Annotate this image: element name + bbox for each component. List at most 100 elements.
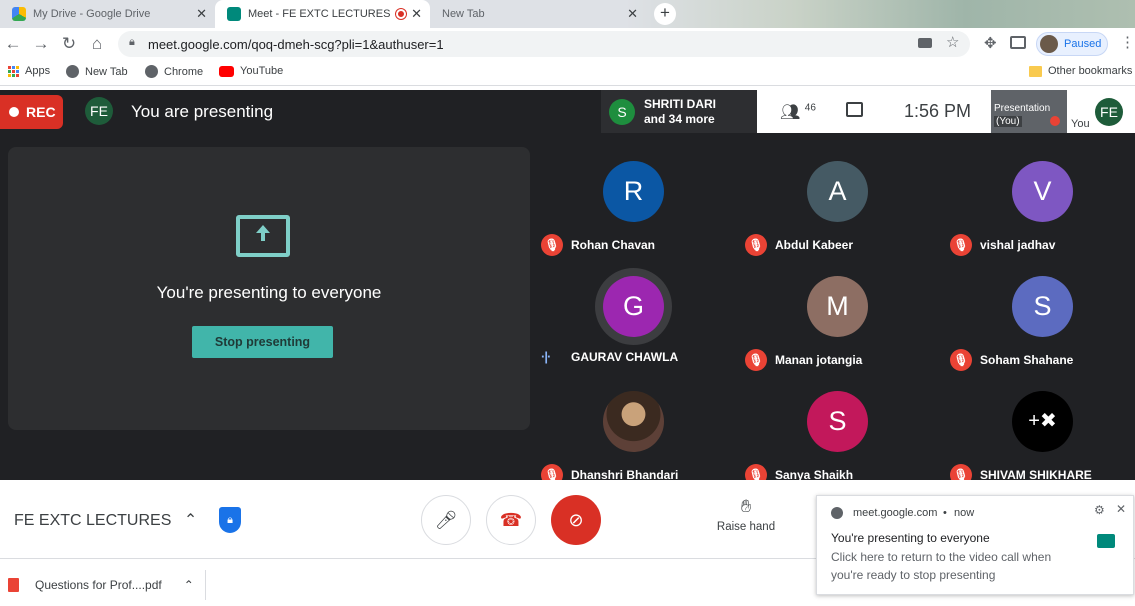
- notification-separator: •: [943, 507, 947, 519]
- people-button[interactable]: 👥︎ 46: [780, 102, 816, 122]
- participant-tile[interactable]: R 🎙︎ Rohan Chavan: [533, 161, 733, 271]
- folder-icon: [1029, 65, 1042, 77]
- participant-tile[interactable]: S 🎙︎ Soham Shahane: [942, 276, 1135, 386]
- presenting-card: You're presenting to everyone Stop prese…: [8, 147, 530, 430]
- presentation-label: Presentation: [994, 103, 1051, 114]
- raise-hand-button[interactable]: ✋︎ Raise hand: [713, 495, 779, 533]
- participant-tile[interactable]: G ·|· GAURAV CHAWLA: [533, 276, 733, 386]
- globe-icon: [66, 65, 79, 78]
- avatar: G: [603, 276, 664, 337]
- raise-hand-label: Raise hand: [716, 521, 776, 533]
- camera-off-icon: ⊘: [568, 510, 584, 530]
- back-arrow-icon[interactable]: ←: [2, 33, 24, 55]
- google-meet-icon: [1097, 534, 1115, 548]
- close-tab-icon[interactable]: ✕: [627, 6, 638, 22]
- other-bookmarks[interactable]: Other bookmarks: [1029, 65, 1132, 77]
- pdf-file-icon: [8, 578, 19, 592]
- participant-count: 46: [804, 102, 816, 114]
- bookmark-new-tab[interactable]: New Tab: [66, 65, 128, 78]
- leave-call-button[interactable]: ☎︎: [486, 495, 536, 545]
- forward-arrow-icon[interactable]: →: [30, 33, 52, 55]
- participant-name: Rohan Chavan: [571, 238, 656, 252]
- self-tile[interactable]: You FE: [1067, 90, 1135, 133]
- reload-icon[interactable]: ↻: [58, 33, 80, 55]
- bookmark-label: Apps: [25, 65, 51, 77]
- stop-presenting-button[interactable]: Stop presenting: [192, 326, 333, 358]
- notification-title: You're presenting to everyone: [831, 531, 990, 545]
- settings-gear-icon[interactable]: ⚙︎: [1094, 503, 1105, 517]
- mic-off-icon: 🎙︎: [950, 234, 972, 256]
- close-icon[interactable]: ✕: [1116, 502, 1126, 516]
- notification-source: meet.google.com: [853, 507, 938, 519]
- hang-up-icon: ☎︎: [499, 510, 523, 530]
- active-speaker[interactable]: S SHRITI DARI and 34 more: [601, 90, 757, 133]
- avatar: [603, 391, 664, 452]
- chevron-up-icon: ⌃: [183, 512, 198, 529]
- recording-badge: REC: [0, 95, 63, 129]
- speaker-more: and 34 more: [644, 111, 715, 126]
- bookmark-label: New Tab: [85, 65, 128, 78]
- home-icon[interactable]: ⌂: [86, 33, 108, 55]
- you-label: You: [1071, 118, 1090, 130]
- participant-name: vishal jadhav: [980, 238, 1056, 252]
- google-meet-icon: [227, 7, 241, 21]
- present-screen-icon: [236, 215, 290, 257]
- close-tab-icon[interactable]: ✕: [196, 6, 207, 22]
- presenting-message: You're presenting to everyone: [156, 283, 382, 302]
- avatar: V: [1012, 161, 1073, 222]
- download-item[interactable]: Questions for Prof....pdf ⌃: [8, 570, 206, 600]
- apps-grid-icon: [8, 65, 19, 77]
- tab-new-tab[interactable]: New Tab ✕: [430, 0, 648, 28]
- participant-tile[interactable]: M 🎙︎ Manan jotangia: [737, 276, 937, 386]
- security-shield-icon[interactable]: 🔒︎: [219, 507, 241, 533]
- lock-icon: 🔒︎: [129, 36, 135, 48]
- chrome-icon: [831, 507, 843, 519]
- participant-name: GAURAV CHAWLA: [571, 349, 679, 364]
- bookmark-youtube[interactable]: YouTube: [219, 65, 283, 77]
- bookmark-chrome[interactable]: Chrome: [145, 65, 203, 78]
- menu-kebab-icon[interactable]: ⋮: [1120, 33, 1135, 51]
- participant-tile[interactable]: V 🎙︎ vishal jadhav: [942, 161, 1135, 271]
- participant-tile[interactable]: A 🎙︎ Abdul Kabeer: [737, 161, 937, 271]
- avatar: R: [603, 161, 664, 222]
- notification-time: now: [954, 507, 975, 519]
- speaking-indicator-icon: ·|·: [541, 349, 551, 364]
- chevron-up-icon[interactable]: ⌃: [184, 578, 194, 592]
- chat-icon[interactable]: [846, 102, 863, 117]
- presentation-sublabel: (You): [994, 116, 1022, 127]
- participant-name: Abdul Kabeer: [775, 238, 854, 252]
- rec-label: REC: [26, 104, 56, 120]
- cast-icon[interactable]: [1010, 36, 1026, 49]
- camera-icon[interactable]: [918, 38, 932, 48]
- avatar: [1040, 35, 1058, 53]
- tab-meet[interactable]: Meet - FE EXTC LECTURES ✕: [215, 0, 430, 28]
- tab-label: Meet - FE EXTC LECTURES: [248, 8, 391, 20]
- address-bar[interactable]: 🔒︎ meet.google.com/qoq-dmeh-scg?pli=1&au…: [118, 31, 970, 57]
- meeting-details-button[interactable]: FE EXTC LECTURES ⌃: [14, 510, 197, 530]
- microphone-icon: 🎤︎: [434, 510, 458, 530]
- bookmark-apps[interactable]: Apps: [8, 65, 50, 77]
- system-notification[interactable]: meet.google.com • now ⚙︎ ✕ You're presen…: [816, 495, 1134, 595]
- recording-dot-icon: [396, 9, 407, 19]
- microphone-button[interactable]: 🎤︎: [421, 495, 471, 545]
- notification-body: Click here to return to the video call w…: [831, 550, 1052, 582]
- close-tab-icon[interactable]: ✕: [411, 6, 422, 22]
- extensions-puzzle-icon[interactable]: ✥: [984, 34, 997, 52]
- presentation-thumbnail[interactable]: Presentation (You): [991, 90, 1067, 133]
- profile-paused-button[interactable]: Paused: [1036, 32, 1108, 56]
- avatar: M: [807, 276, 868, 337]
- mic-off-icon: [1050, 116, 1061, 127]
- avatar: S: [609, 98, 635, 125]
- people-icon: 👥︎: [780, 104, 801, 121]
- bookmark-label: Other bookmarks: [1048, 65, 1133, 77]
- avatar: A: [807, 161, 868, 222]
- bookmark-star-icon[interactable]: ☆: [946, 33, 959, 51]
- camera-toggle-button[interactable]: ⊘: [551, 495, 601, 545]
- new-tab-plus-icon[interactable]: +: [654, 3, 676, 25]
- tab-google-drive[interactable]: My Drive - Google Drive ✕: [0, 0, 215, 28]
- participant-name: Soham Shahane: [980, 353, 1074, 367]
- meeting-name: FE EXTC LECTURES: [14, 512, 172, 529]
- bookmark-label: YouTube: [240, 65, 284, 77]
- avatar: S: [807, 391, 868, 452]
- avatar: FE: [1095, 98, 1123, 126]
